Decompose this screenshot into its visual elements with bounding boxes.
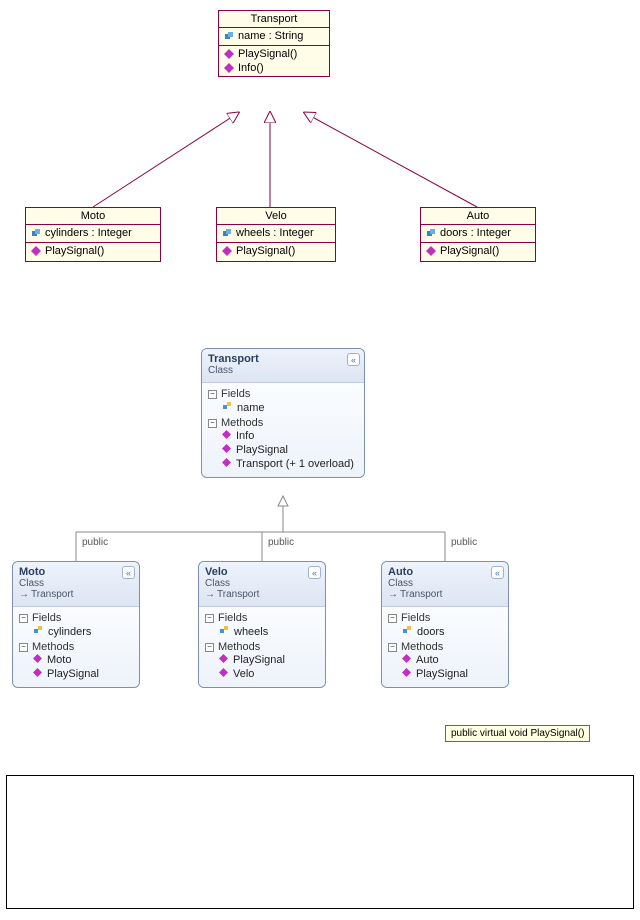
- method-icon: [222, 444, 231, 456]
- tooltip: public virtual void PlaySignal(): [445, 725, 590, 742]
- uml2-moto: Moto Class →Transport « −Fields cylinder…: [12, 561, 140, 688]
- field-name: doors: [417, 626, 445, 638]
- class-title: Velo: [217, 208, 335, 225]
- public-label: public: [268, 537, 294, 548]
- attr-text: doors : Integer: [440, 227, 511, 239]
- minus-icon[interactable]: −: [208, 390, 217, 399]
- method-name: PlaySignal: [233, 654, 285, 666]
- uml2-transport: Transport Class « −Fields name −Methods …: [201, 348, 365, 478]
- attr-text: wheels : Integer: [236, 227, 314, 239]
- parent-name: Transport: [400, 589, 442, 600]
- method-icon: [222, 458, 231, 470]
- methods-label: Methods: [218, 641, 260, 653]
- method-text: Info(): [238, 62, 264, 74]
- collapse-icon[interactable]: «: [308, 566, 321, 579]
- method-text: PlaySignal(): [236, 245, 295, 257]
- field-icon: [219, 625, 229, 638]
- property-icon: [221, 227, 233, 239]
- field-icon: [402, 625, 412, 638]
- method-name: Transport (+ 1 overload): [236, 458, 354, 470]
- collapse-icon[interactable]: «: [491, 566, 504, 579]
- method-name: Auto: [416, 654, 439, 666]
- method-icon: [33, 668, 42, 680]
- minus-icon[interactable]: −: [205, 614, 214, 623]
- class-title: Velo: [205, 566, 319, 578]
- empty-panel: [6, 775, 634, 909]
- public-label: public: [451, 537, 477, 548]
- fields-label: Fields: [401, 612, 430, 624]
- method-icon: [222, 430, 231, 442]
- method-icon: [223, 48, 235, 60]
- fields-label: Fields: [221, 388, 250, 400]
- class-title: Transport: [208, 353, 358, 365]
- minus-icon[interactable]: −: [205, 643, 214, 652]
- methods-label: Methods: [401, 641, 443, 653]
- method-name: PlaySignal: [236, 444, 288, 456]
- method-icon: [219, 654, 228, 666]
- method-icon: [425, 245, 437, 257]
- inherit-arrow: →: [19, 589, 29, 600]
- method-icon: [33, 654, 42, 666]
- field-icon: [33, 625, 43, 638]
- fields-label: Fields: [218, 612, 247, 624]
- minus-icon[interactable]: −: [208, 419, 217, 428]
- class-title: Moto: [26, 208, 160, 225]
- inherit-arrow: →: [388, 589, 398, 600]
- class-sub: Class: [19, 578, 133, 589]
- class-title: Auto: [421, 208, 535, 225]
- property-icon: [30, 227, 42, 239]
- uml1-auto: Auto doors : Integer PlaySignal(): [420, 207, 536, 262]
- public-label: public: [82, 537, 108, 548]
- minus-icon[interactable]: −: [388, 643, 397, 652]
- method-name: Moto: [47, 654, 71, 666]
- parent-name: Transport: [31, 589, 73, 600]
- methods-label: Methods: [221, 417, 263, 429]
- method-icon: [221, 245, 233, 257]
- collapse-icon[interactable]: «: [122, 566, 135, 579]
- property-icon: [425, 227, 437, 239]
- method-text: PlaySignal(): [45, 245, 104, 257]
- method-icon: [30, 245, 42, 257]
- property-icon: [223, 30, 235, 42]
- attr-text: name : String: [238, 30, 303, 42]
- method-icon: [223, 62, 235, 74]
- field-name: cylinders: [48, 626, 91, 638]
- method-text: PlaySignal(): [440, 245, 499, 257]
- collapse-icon[interactable]: «: [347, 353, 360, 366]
- class-title: Moto: [19, 566, 133, 578]
- fields-label: Fields: [32, 612, 61, 624]
- method-text: PlaySignal(): [238, 48, 297, 60]
- uml1-moto: Moto cylinders : Integer PlaySignal(): [25, 207, 161, 262]
- field-name: name: [237, 402, 265, 414]
- uml1-velo: Velo wheels : Integer PlaySignal(): [216, 207, 336, 262]
- class-title: Auto: [388, 566, 502, 578]
- method-icon: [402, 654, 411, 666]
- minus-icon[interactable]: −: [19, 643, 28, 652]
- inherit-arrow: →: [205, 589, 215, 600]
- uml2-velo: Velo Class →Transport « −Fields wheels −…: [198, 561, 326, 688]
- uml2-auto: Auto Class →Transport « −Fields doors −M…: [381, 561, 509, 688]
- methods-label: Methods: [32, 641, 74, 653]
- class-sub: Class: [208, 365, 358, 376]
- field-icon: [222, 401, 232, 414]
- class-sub: Class: [388, 578, 502, 589]
- uml1-transport: Transport name : String PlaySignal() In: [218, 10, 330, 77]
- parent-name: Transport: [217, 589, 259, 600]
- method-name: Velo: [233, 668, 254, 680]
- minus-icon[interactable]: −: [388, 614, 397, 623]
- class-title: Transport: [219, 11, 329, 28]
- field-name: wheels: [234, 626, 268, 638]
- method-icon: [219, 668, 228, 680]
- method-name: PlaySignal: [416, 668, 468, 680]
- method-icon: [402, 668, 411, 680]
- class-sub: Class: [205, 578, 319, 589]
- method-name: PlaySignal: [47, 668, 99, 680]
- attr-text: cylinders : Integer: [45, 227, 132, 239]
- method-name: Info: [236, 430, 254, 442]
- minus-icon[interactable]: −: [19, 614, 28, 623]
